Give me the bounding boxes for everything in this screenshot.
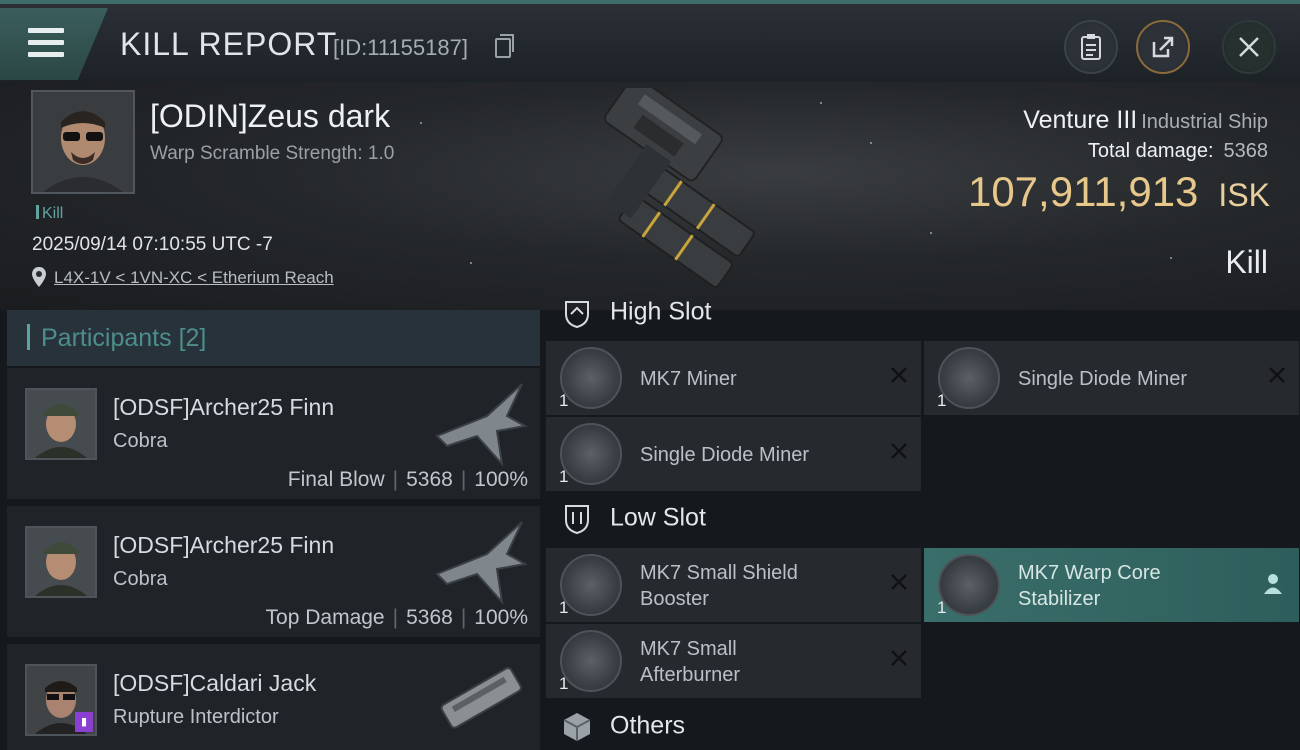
participant-ship-image [440,667,522,729]
participants-header: Participants [2] [7,310,540,366]
module-slot[interactable]: 1 MK7 Small Afterburner [546,624,921,698]
participants-title: Participants [2] [41,324,207,352]
warp-scramble-strength: Warp Scramble Strength: 1.0 [150,143,395,164]
result-label: Kill [1225,244,1268,280]
remove-icon[interactable] [889,572,909,598]
module-name: Single Diode Miner [1018,368,1187,390]
victim-avatar [33,92,133,192]
participants-count: [2] [178,324,207,352]
pilot-avatar [27,390,95,458]
participant-name: [ODSF]Archer25 Finn [113,532,335,558]
victim-name: [ODIN]Zeus dark [150,98,391,134]
low-slot-icon [565,505,589,535]
victim-ship-image [603,88,755,288]
victim-ship: Venture III Industrial Ship [1023,106,1268,135]
avatar[interactable]: ▮ [25,664,97,736]
copy-icon[interactable] [495,34,514,58]
miner-icon [560,347,622,409]
shield-booster-icon [560,554,622,616]
miner-icon [560,423,622,485]
module-slot[interactable]: 1 MK7 Small Shield Booster [546,548,921,622]
ship-name: Venture III [1023,106,1138,134]
module-name: MK7 Warp Core Stabilizer [1018,562,1161,610]
participant-stats: Final Blow | 5368 | 100% [287,468,528,491]
location-link[interactable]: L4X-1V < 1VN-XC < Etherium Reach [54,268,334,288]
isk-amount: 107,911,913 [967,168,1199,215]
menu-button[interactable] [0,8,108,80]
remove-icon[interactable] [1267,365,1287,391]
module-quantity: 1 [559,598,569,617]
isk-value: 107,911,913 ISK [968,168,1270,216]
report-id: [ID:11155187] [333,35,468,60]
participant-row[interactable]: [ODSF]Archer25 Finn Cobra Top Damage | 536… [7,506,540,640]
clipboard-icon [1081,34,1101,60]
corp-badge-icon: ▮ [75,712,93,732]
module-name: MK7 Miner [640,368,737,390]
share-button[interactable] [1136,20,1190,74]
participant-ship-image [435,383,528,468]
location-pin-icon [32,267,46,287]
remove-icon[interactable] [889,441,909,467]
avatar[interactable] [25,388,97,460]
afterburner-icon [560,630,622,692]
module-quantity: 1 [559,391,569,410]
participant-ship: Cobra [113,430,168,452]
module-slot[interactable]: 1 Single Diode Miner [546,417,921,491]
miner-icon [938,347,1000,409]
victim-portrait[interactable] [31,90,135,194]
participant-row[interactable]: ▮ [ODSF]Caldari Jack Rupture Interdictor [7,644,540,750]
total-damage: Total damage: 5368 [1088,140,1268,163]
module-name: MK7 Small Shield Booster [640,562,798,610]
clipboard-button[interactable] [1064,20,1118,74]
page-title: KILL REPORT [120,26,338,62]
others-heading: Others [560,710,685,744]
module-quantity: 1 [559,467,569,486]
total-damage-value: 5368 [1223,140,1269,162]
module-slot-selected[interactable]: 1 MK7 Warp Core Stabilizer [924,548,1299,622]
participant-ship: Rupture Interdictor [113,706,279,728]
close-button[interactable] [1222,20,1276,74]
module-slot[interactable]: 1 Single Diode Miner [924,341,1299,415]
participant-ship-image [435,521,528,606]
high-slot-heading: High Slot [560,296,711,330]
participant-name: [ODSF]Archer25 Finn [113,394,335,420]
participant-stats: Top Damage | 5368 | 100% [265,606,528,629]
module-name: MK7 Small Afterburner [640,638,741,686]
top-bar: KILL REPORT [ID:11155187] [0,0,1300,82]
module-slot[interactable]: 1 MK7 Miner [546,341,921,415]
warp-core-stabilizer-icon [938,554,1000,616]
close-icon [1239,37,1259,57]
pilot-avatar [27,528,95,596]
hamburger-icon [28,28,64,58]
kill-timestamp: 2025/09/14 07:10:55 UTC -7 [32,234,273,255]
module-quantity: 1 [937,391,947,410]
isk-unit: ISK [1218,177,1270,213]
module-quantity: 1 [559,674,569,693]
low-slot-heading: Low Slot [560,502,706,536]
person-icon[interactable] [1263,573,1283,595]
box-icon [563,713,591,741]
participant-name: [ODSF]Caldari Jack [113,670,317,696]
remove-icon[interactable] [889,648,909,674]
kill-tag: Kill [36,205,63,223]
high-slot-icon [565,301,589,329]
module-name: Single Diode Miner [640,444,809,466]
share-icon [1152,36,1174,58]
ship-class: Industrial Ship [1141,111,1268,133]
remove-icon[interactable] [889,365,909,391]
total-damage-label: Total damage: [1087,140,1214,162]
participant-row[interactable]: [ODSF]Archer25 Finn Cobra Final Blow | 536… [7,368,540,502]
module-quantity: 1 [937,598,947,617]
avatar[interactable] [25,526,97,598]
participant-ship: Cobra [113,568,168,590]
